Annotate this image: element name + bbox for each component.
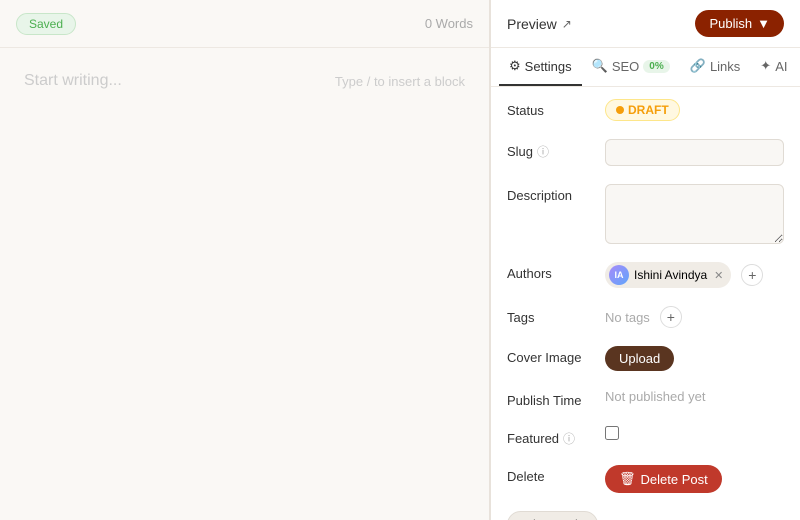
cover-image-row: Cover Image Upload (507, 346, 784, 371)
authors-row: Authors IA Ishini Avindya ✕ + (507, 262, 784, 288)
status-label: Status (507, 99, 597, 118)
status-value: DRAFT (605, 99, 784, 121)
no-tags-text: No tags (605, 310, 650, 325)
author-avatar: IA (609, 265, 629, 285)
tabs-row: ⚙ Settings 🔍 SEO 0% 🔗 Links ✦ AI (491, 48, 800, 87)
add-tag-button[interactable]: + (660, 306, 682, 328)
slug-value (605, 139, 784, 166)
start-writing-placeholder: Start writing... (24, 72, 122, 90)
seo-tab-label: SEO (612, 59, 639, 74)
settings-content: Status DRAFT Slug ⓘ (491, 87, 800, 520)
status-dot (616, 106, 624, 114)
tab-links[interactable]: 🔗 Links (680, 48, 751, 86)
tab-ai[interactable]: ✦ AI (750, 48, 797, 86)
advanced-button[interactable]: Advanced › (507, 511, 598, 520)
publish-label: Publish (709, 16, 752, 31)
settings-tab-icon: ⚙ (509, 58, 521, 74)
delete-post-button[interactable]: 🗑 Delete Post (605, 465, 722, 493)
authors-value: IA Ishini Avindya ✕ + (605, 262, 784, 288)
authors-label: Authors (507, 262, 597, 281)
cover-image-value: Upload (605, 346, 784, 371)
featured-value (605, 426, 784, 440)
delete-label: Delete (507, 465, 597, 484)
featured-checkbox[interactable] (605, 426, 619, 440)
description-value (605, 184, 784, 244)
type-hint: Type / to insert a block (335, 74, 465, 89)
add-author-button[interactable]: + (741, 264, 763, 286)
editor-panel: Saved 0 Words Start writing... Type / to… (0, 0, 490, 520)
seo-badge: 0% (643, 60, 669, 73)
settings-tab-label: Settings (525, 59, 572, 74)
advanced-row: Advanced › (507, 511, 784, 520)
tags-value: No tags + (605, 306, 784, 328)
external-link-icon: ↗ (562, 17, 572, 31)
preview-link[interactable]: Preview ↗ (507, 16, 572, 32)
saved-badge: Saved (16, 13, 76, 35)
ai-tab-label: AI (775, 59, 787, 74)
tab-settings[interactable]: ⚙ Settings (499, 48, 582, 86)
word-count: 0 Words (425, 16, 473, 31)
settings-panel: Preview ↗ Publish ▼ ⚙ Settings 🔍 SEO 0% … (490, 0, 800, 520)
right-header: Preview ↗ Publish ▼ (491, 0, 800, 48)
slug-label: Slug ⓘ (507, 139, 597, 160)
not-published-text: Not published yet (605, 389, 705, 404)
tags-row: Tags No tags + (507, 306, 784, 328)
delete-value: 🗑 Delete Post (605, 465, 784, 493)
featured-row: Featured ⓘ (507, 426, 784, 447)
publish-dropdown-icon: ▼ (757, 16, 770, 31)
tab-seo[interactable]: 🔍 SEO 0% (582, 48, 680, 86)
publish-button[interactable]: Publish ▼ (695, 10, 784, 37)
description-label: Description (507, 184, 597, 203)
cover-image-label: Cover Image (507, 346, 597, 365)
author-remove-icon[interactable]: ✕ (714, 269, 723, 282)
author-name: Ishini Avindya (634, 268, 707, 282)
featured-label: Featured ⓘ (507, 426, 597, 447)
editor-header: Saved 0 Words (0, 0, 489, 48)
status-draft-text: DRAFT (628, 103, 669, 117)
preview-label: Preview (507, 16, 557, 32)
featured-info-icon[interactable]: ⓘ (563, 430, 575, 447)
tags-label: Tags (507, 306, 597, 325)
editor-area[interactable]: Start writing... Type / to insert a bloc… (0, 48, 489, 520)
delete-post-label: Delete Post (641, 472, 708, 487)
slug-input[interactable] (605, 139, 784, 166)
seo-tab-icon: 🔍 (592, 58, 608, 74)
author-chip: IA Ishini Avindya ✕ (605, 262, 731, 288)
publish-time-row: Publish Time Not published yet (507, 389, 784, 408)
status-row: Status DRAFT (507, 99, 784, 121)
publish-time-label: Publish Time (507, 389, 597, 408)
slug-info-icon[interactable]: ⓘ (537, 143, 549, 160)
links-tab-icon: 🔗 (690, 58, 706, 74)
delete-icon: 🗑 (619, 471, 636, 487)
delete-row: Delete 🗑 Delete Post (507, 465, 784, 493)
status-draft-badge: DRAFT (605, 99, 680, 121)
slug-row: Slug ⓘ (507, 139, 784, 166)
description-input[interactable] (605, 184, 784, 244)
description-row: Description (507, 184, 784, 244)
ai-tab-icon: ✦ (760, 58, 771, 74)
publish-time-value: Not published yet (605, 389, 784, 404)
links-tab-label: Links (710, 59, 740, 74)
upload-button[interactable]: Upload (605, 346, 674, 371)
